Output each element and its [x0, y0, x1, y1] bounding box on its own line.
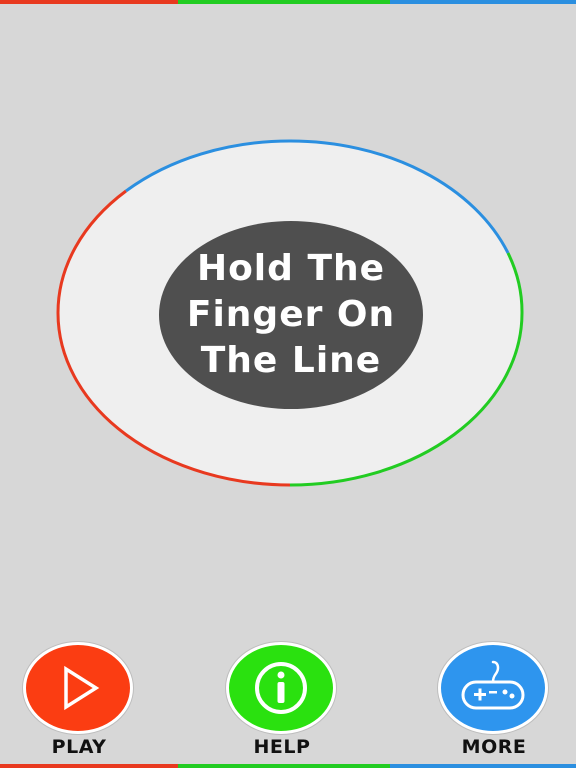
play-button[interactable]: [23, 642, 133, 734]
play-action: PLAY: [19, 642, 139, 766]
play-label: PLAY: [51, 736, 107, 758]
instruction-line-3: The Line: [200, 340, 382, 381]
top-stripe-green: [178, 0, 390, 4]
gamepad-icon: [461, 660, 525, 710]
more-label: MORE: [461, 736, 527, 758]
bottom-stripe-red: [0, 764, 178, 768]
line-track[interactable]: Hold The Finger On The Line: [56, 138, 524, 488]
play-triangle-icon: [64, 665, 100, 711]
bottom-stripe-blue: [390, 764, 576, 768]
more-button[interactable]: [438, 642, 548, 734]
help-button[interactable]: [226, 642, 336, 734]
help-label: HELP: [253, 736, 311, 758]
help-action: HELP: [222, 642, 342, 766]
bottom-stripe-green: [178, 764, 390, 768]
top-stripe-blue: [390, 0, 576, 4]
instruction-disc: Hold The Finger On The Line: [159, 221, 423, 409]
instruction-text: Hold The Finger On The Line: [187, 246, 395, 384]
top-stripe-red: [0, 0, 178, 4]
instruction-line-1: Hold The: [196, 248, 386, 289]
instruction-line-2: Finger On: [186, 294, 396, 335]
more-action: MORE: [434, 642, 554, 766]
info-icon: [255, 662, 307, 714]
